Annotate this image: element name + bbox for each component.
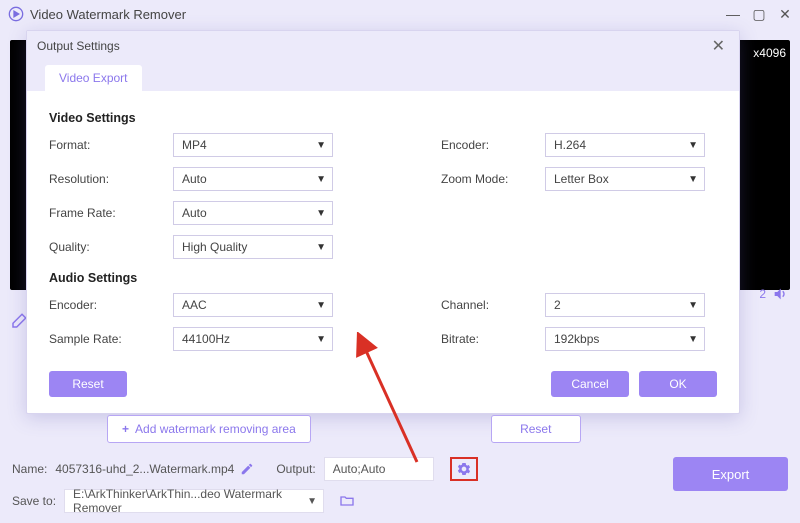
- save-path-value: E:\ArkThinker\ArkThin...deo Watermark Re…: [73, 487, 317, 515]
- select-format[interactable]: MP4 ▼: [173, 133, 333, 157]
- ok-button[interactable]: OK: [639, 371, 717, 397]
- label-sample-rate: Sample Rate:: [49, 332, 159, 346]
- label-channel: Channel:: [441, 298, 531, 312]
- select-video-encoder[interactable]: H.264 ▼: [545, 133, 705, 157]
- main-reset-label: Reset: [520, 422, 551, 436]
- export-button[interactable]: Export: [673, 457, 788, 491]
- label-audio-encoder: Encoder:: [49, 298, 159, 312]
- video-settings-heading: Video Settings: [49, 111, 717, 125]
- cancel-button[interactable]: Cancel: [551, 371, 629, 397]
- title-bar: Video Watermark Remover — ▢ ✕: [0, 0, 800, 28]
- select-zoom-mode[interactable]: Letter Box ▼: [545, 167, 705, 191]
- save-to-label: Save to:: [12, 494, 56, 508]
- select-resolution-value: Auto: [182, 172, 207, 186]
- player-time-group: 2: [759, 286, 788, 302]
- label-quality: Quality:: [49, 240, 159, 254]
- dialog-tabs: Video Export: [27, 61, 739, 91]
- select-frame-rate[interactable]: Auto ▼: [173, 201, 333, 225]
- label-video-encoder: Encoder:: [441, 138, 531, 152]
- chevron-down-icon: ▼: [316, 140, 326, 151]
- add-watermark-area-button[interactable]: + Add watermark removing area: [107, 415, 311, 443]
- add-watermark-area-label: Add watermark removing area: [135, 422, 296, 436]
- volume-icon[interactable]: [772, 286, 788, 302]
- select-video-encoder-value: H.264: [554, 138, 586, 152]
- output-settings-dialog: Output Settings ✕ Video Export Video Set…: [26, 30, 740, 414]
- select-bitrate[interactable]: 192kbps ▼: [545, 327, 705, 351]
- plus-icon: +: [122, 422, 129, 436]
- label-frame-rate: Frame Rate:: [49, 206, 159, 220]
- gear-icon: [456, 461, 472, 477]
- chevron-down-icon: ▼: [307, 496, 317, 507]
- audio-settings-grid: Encoder: AAC ▼ Channel: 2 ▼ Sample Rate:…: [49, 293, 717, 351]
- dialog-header: Output Settings ✕: [27, 31, 739, 61]
- select-zoom-mode-value: Letter Box: [554, 172, 609, 186]
- chevron-down-icon: ▼: [316, 242, 326, 253]
- dialog-title: Output Settings: [37, 39, 120, 53]
- app-title: Video Watermark Remover: [30, 7, 186, 22]
- select-audio-encoder-value: AAC: [182, 298, 207, 312]
- select-quality-value: High Quality: [182, 240, 247, 254]
- main-reset-button[interactable]: Reset: [491, 415, 581, 443]
- audio-settings-heading: Audio Settings: [49, 271, 717, 285]
- chevron-down-icon: ▼: [316, 208, 326, 219]
- label-zoom-mode: Zoom Mode:: [441, 172, 531, 186]
- app-logo-icon: [8, 6, 24, 22]
- chevron-down-icon: ▼: [316, 300, 326, 311]
- chevron-down-icon: ▼: [688, 300, 698, 311]
- select-sample-rate[interactable]: 44100Hz ▼: [173, 327, 333, 351]
- save-path-select[interactable]: E:\ArkThinker\ArkThin...deo Watermark Re…: [64, 489, 324, 513]
- add-reset-row: + Add watermark removing area Reset: [107, 415, 788, 443]
- select-quality[interactable]: High Quality ▼: [173, 235, 333, 259]
- output-value-box: Auto;Auto: [324, 457, 434, 481]
- save-row: Save to: E:\ArkThinker\ArkThin...deo Wat…: [12, 489, 788, 513]
- name-row: Name: 4057316-uhd_2...Watermark.mp4 Outp…: [12, 457, 788, 481]
- output-value: Auto;Auto: [333, 462, 386, 476]
- file-name-value: 4057316-uhd_2...Watermark.mp4: [55, 462, 234, 476]
- bottom-bar: + Add watermark removing area Reset Name…: [12, 415, 788, 513]
- close-button[interactable]: ✕: [778, 7, 792, 21]
- select-channel-value: 2: [554, 298, 561, 312]
- open-folder-icon[interactable]: [338, 493, 356, 509]
- tab-video-export[interactable]: Video Export: [45, 65, 142, 91]
- dialog-footer: Reset Cancel OK: [27, 361, 739, 413]
- select-sample-rate-value: 44100Hz: [182, 332, 230, 346]
- maximize-button[interactable]: ▢: [752, 7, 766, 21]
- label-format: Format:: [49, 138, 159, 152]
- select-channel[interactable]: 2 ▼: [545, 293, 705, 317]
- video-settings-grid: Format: MP4 ▼ Encoder: H.264 ▼ Resolutio…: [49, 133, 717, 259]
- chevron-down-icon: ▼: [688, 174, 698, 185]
- dialog-body: Video Settings Format: MP4 ▼ Encoder: H.…: [27, 91, 739, 361]
- dialog-close-icon[interactable]: ✕: [708, 34, 729, 58]
- pencil-icon[interactable]: [240, 462, 254, 476]
- chevron-down-icon: ▼: [688, 140, 698, 151]
- label-bitrate: Bitrate:: [441, 332, 531, 346]
- select-resolution[interactable]: Auto ▼: [173, 167, 333, 191]
- reset-button[interactable]: Reset: [49, 371, 127, 397]
- player-time-value: 2: [759, 287, 766, 301]
- window-controls: — ▢ ✕: [726, 7, 792, 21]
- name-label: Name:: [12, 462, 47, 476]
- select-audio-encoder[interactable]: AAC ▼: [173, 293, 333, 317]
- minimize-button[interactable]: —: [726, 7, 740, 21]
- output-label: Output:: [276, 462, 315, 476]
- video-dimensions-label: x4096: [753, 46, 786, 60]
- label-resolution: Resolution:: [49, 172, 159, 186]
- select-format-value: MP4: [182, 138, 207, 152]
- chevron-down-icon: ▼: [316, 334, 326, 345]
- chevron-down-icon: ▼: [688, 334, 698, 345]
- name-box: 4057316-uhd_2...Watermark.mp4: [55, 462, 254, 476]
- output-settings-button[interactable]: [450, 457, 478, 481]
- select-frame-rate-value: Auto: [182, 206, 207, 220]
- select-bitrate-value: 192kbps: [554, 332, 599, 346]
- chevron-down-icon: ▼: [316, 174, 326, 185]
